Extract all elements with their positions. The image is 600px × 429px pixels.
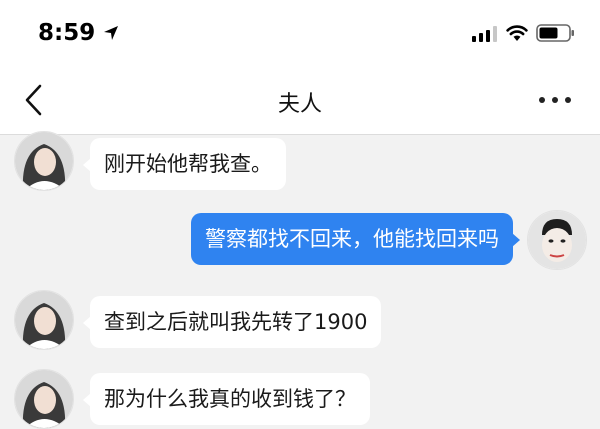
- message-bubble-incoming[interactable]: 那为什么我真的收到钱了？: [83, 373, 370, 425]
- signal-icon: [472, 26, 497, 42]
- message-text: 刚开始他帮我查。: [104, 152, 272, 176]
- more-dots-icon[interactable]: [538, 96, 572, 104]
- conversation-title: 夫人: [277, 92, 322, 117]
- clock: 8:59: [38, 20, 119, 46]
- message-bubble-outgoing[interactable]: 警察都找不回来，他能找回来吗: [191, 213, 520, 265]
- wifi-icon: [506, 25, 528, 41]
- battery-icon: [536, 24, 574, 42]
- message-bubble-incoming[interactable]: 刚开始他帮我查。: [83, 138, 286, 190]
- message-text: 警察都找不回来，他能找回来吗: [205, 227, 499, 251]
- nav-bar: 夫人: [0, 66, 600, 135]
- user-avatar[interactable]: [527, 210, 587, 270]
- contact-avatar[interactable]: [14, 369, 74, 429]
- chat-area[interactable]: 刚开始他帮我查。 警察都找不回来，他能找回来吗 查到之后就叫我先转了1900 那…: [0, 131, 600, 429]
- contact-avatar[interactable]: [14, 131, 74, 191]
- contact-avatar[interactable]: [14, 290, 74, 350]
- message-text: 那为什么我真的收到钱了？: [104, 387, 356, 411]
- message-bubble-incoming[interactable]: 查到之后就叫我先转了1900: [82, 296, 382, 348]
- status-bar: 8:59: [0, 0, 600, 66]
- location-arrow-icon: [104, 26, 119, 40]
- message-text: 查到之后就叫我先转了1900: [104, 310, 368, 334]
- time-label: 8:59: [38, 20, 96, 46]
